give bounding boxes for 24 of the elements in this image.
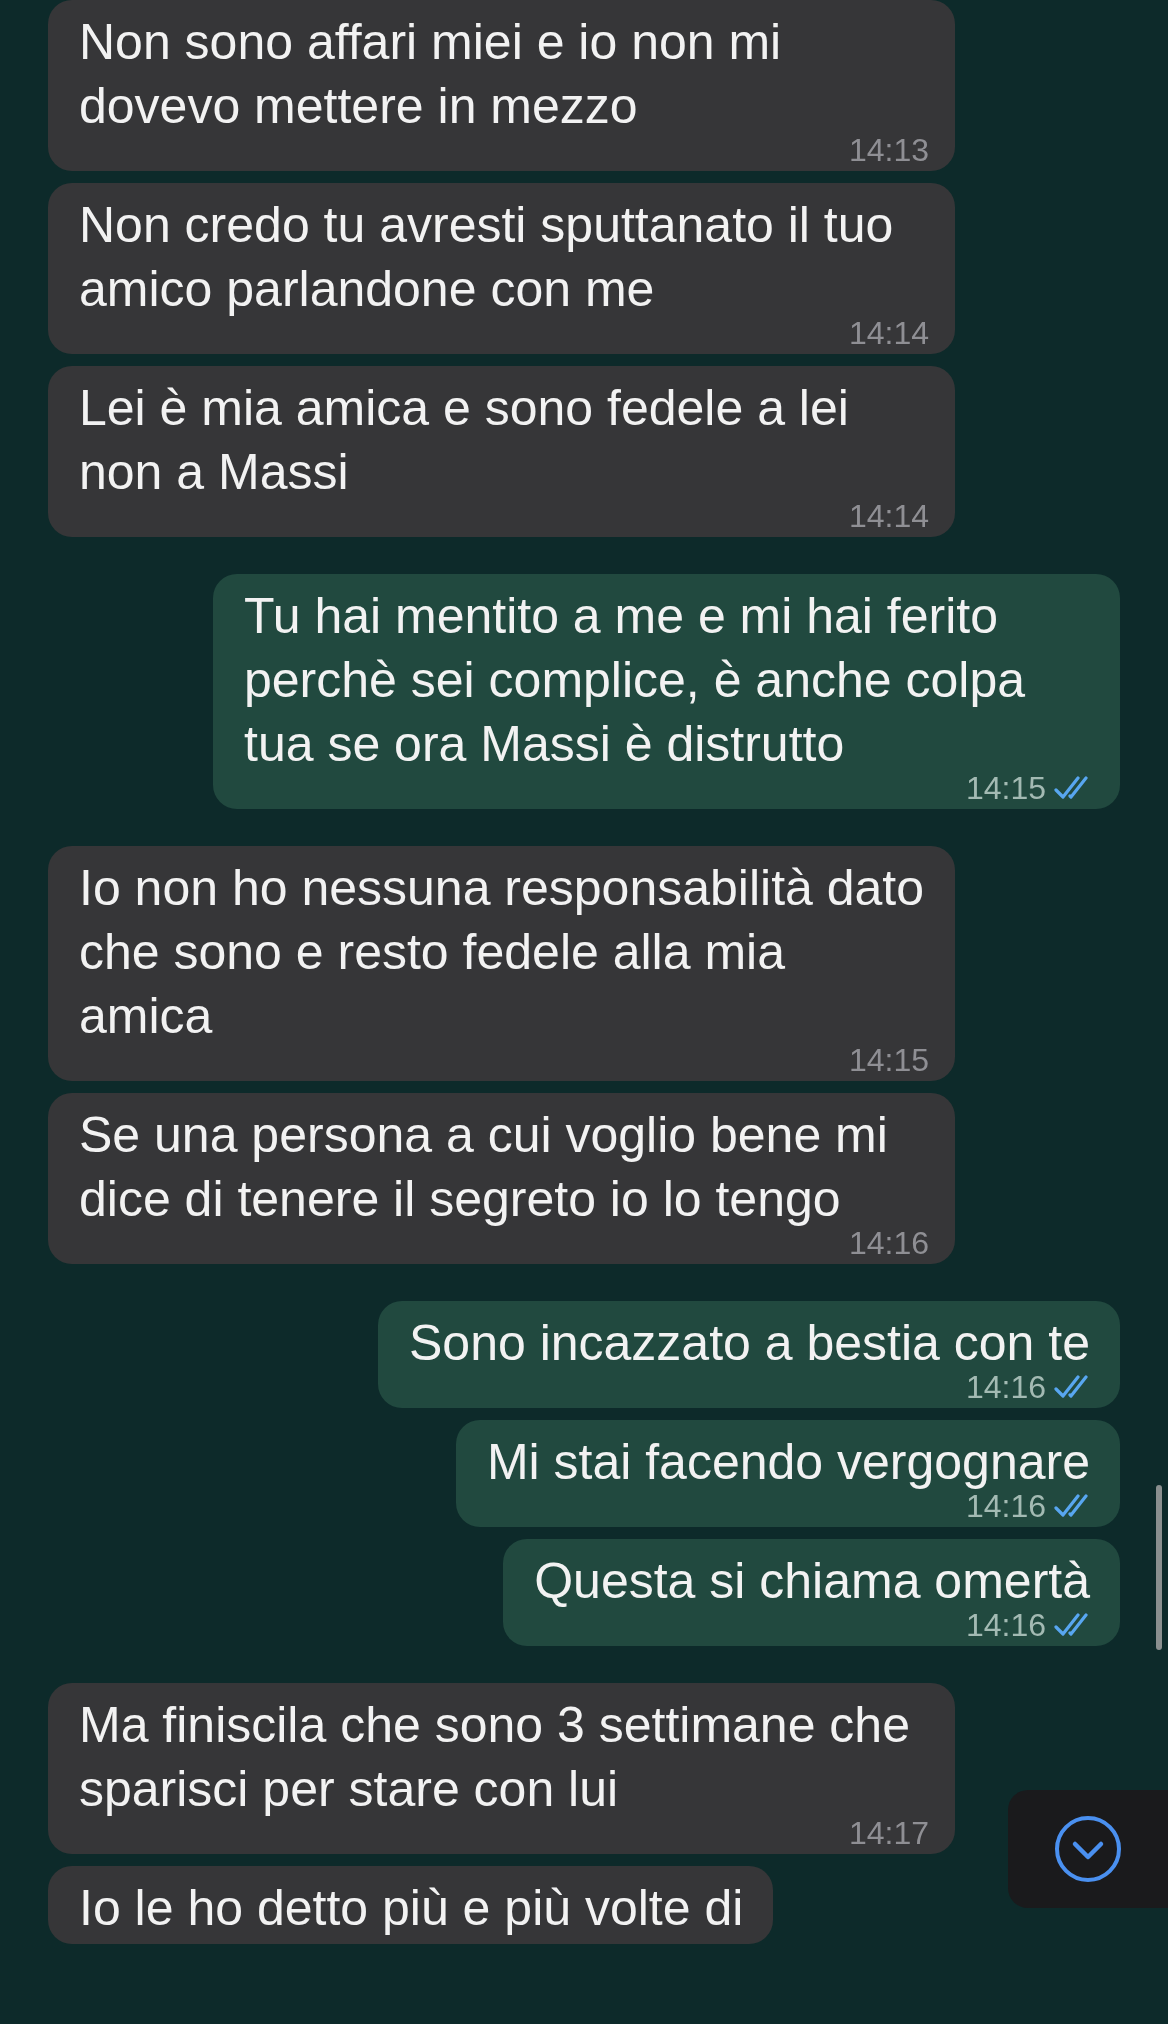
message-text: Se una persona a cui voglio bene mi dice di tenere il segreto io lo tengo xyxy=(79,1106,889,1229)
chevron-down-icon xyxy=(1053,1814,1123,1884)
message-text: Mi stai facendo vergognare xyxy=(486,1433,1090,1492)
message-text: Io non ho nessuna responsabilità dato che sono e resto fedele alla mia amica xyxy=(79,859,925,1046)
message-text: Questa si chiama omertà xyxy=(534,1552,1090,1611)
message-text: Non sono affari miei e io non mi dovevo mettere in mezzo xyxy=(79,13,783,136)
message-time: 14:17 xyxy=(848,1816,929,1850)
message-time: 14:16 xyxy=(965,1489,1046,1523)
message-text: Tu hai mentito a me e mi hai ferito perchè sei complice, è anche colpa tua se ora Massi è distrutto xyxy=(244,587,1026,774)
scroll-down-button[interactable] xyxy=(1008,1790,1168,1908)
message-time: 14:14 xyxy=(848,499,929,533)
message-text: Sono incazzato a bestia con te xyxy=(409,1314,1090,1373)
message-text: Io le ho detto più e più volte di xyxy=(79,1879,744,1938)
message-time: 14:16 xyxy=(848,1226,929,1260)
scroll-bar[interactable] xyxy=(1156,1485,1162,1650)
message-time: 14:13 xyxy=(848,133,929,167)
message-text: Lei è mia amica e sono fedele a lei non a Massi xyxy=(79,379,850,502)
message-time: 14:14 xyxy=(848,316,929,350)
message-time: 14:16 xyxy=(965,1370,1046,1404)
message-time: 14:16 xyxy=(965,1608,1046,1642)
message-text: Ma finiscila che sono 3 settimane che sparisci per stare con lui xyxy=(79,1696,911,1819)
message-time: 14:15 xyxy=(848,1043,929,1077)
message-text: Non credo tu avresti sputtanato il tuo amico parlandone con me xyxy=(79,196,895,319)
message-time: 14:15 xyxy=(965,771,1046,805)
